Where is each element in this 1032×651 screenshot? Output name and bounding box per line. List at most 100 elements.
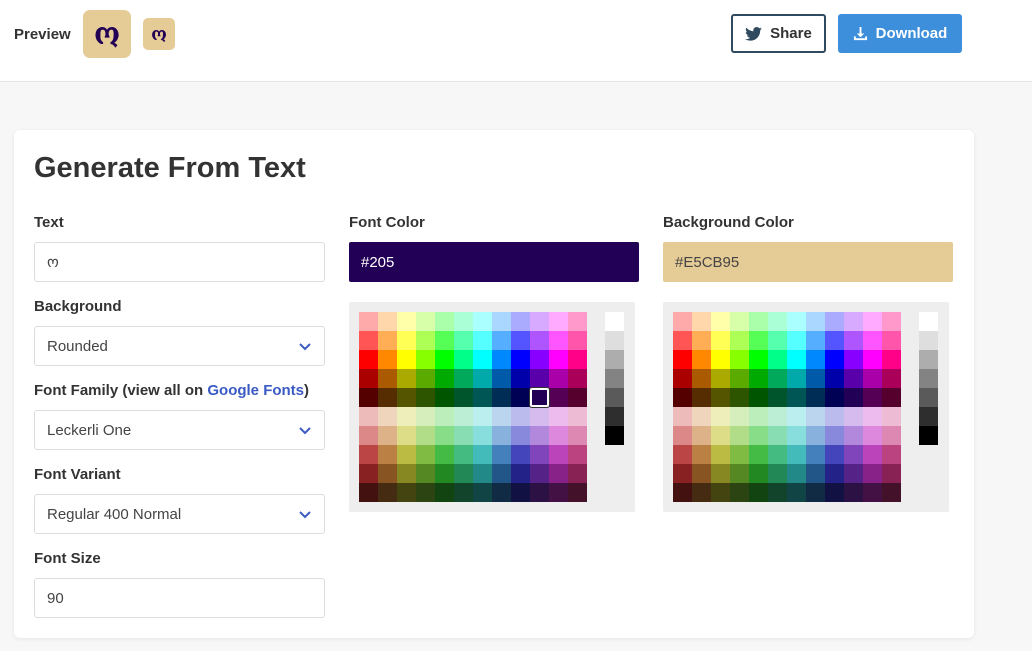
color-swatch[interactable] xyxy=(806,388,825,407)
color-swatch[interactable] xyxy=(530,350,549,369)
color-swatch[interactable] xyxy=(863,350,882,369)
color-swatch[interactable] xyxy=(882,407,901,426)
color-swatch[interactable] xyxy=(787,407,806,426)
color-swatch[interactable] xyxy=(844,350,863,369)
color-swatch[interactable] xyxy=(492,483,511,502)
color-swatch[interactable] xyxy=(749,426,768,445)
color-swatch[interactable] xyxy=(692,369,711,388)
color-swatch[interactable] xyxy=(435,388,454,407)
color-swatch[interactable] xyxy=(863,331,882,350)
color-swatch[interactable] xyxy=(511,312,530,331)
gray-swatch[interactable] xyxy=(919,312,938,331)
color-swatch[interactable] xyxy=(378,331,397,350)
color-swatch[interactable] xyxy=(473,426,492,445)
color-swatch[interactable] xyxy=(473,312,492,331)
color-swatch[interactable] xyxy=(397,445,416,464)
gray-swatch[interactable] xyxy=(919,331,938,350)
color-swatch[interactable] xyxy=(549,312,568,331)
color-swatch[interactable] xyxy=(730,464,749,483)
color-swatch[interactable] xyxy=(511,331,530,350)
color-swatch[interactable] xyxy=(863,312,882,331)
color-swatch[interactable] xyxy=(378,369,397,388)
color-swatch[interactable] xyxy=(359,407,378,426)
color-swatch[interactable] xyxy=(359,426,378,445)
color-swatch[interactable] xyxy=(787,426,806,445)
color-swatch[interactable] xyxy=(825,464,844,483)
color-swatch[interactable] xyxy=(454,312,473,331)
color-swatch[interactable] xyxy=(768,388,787,407)
color-swatch[interactable] xyxy=(511,464,530,483)
color-swatch[interactable] xyxy=(378,350,397,369)
color-swatch[interactable] xyxy=(825,369,844,388)
color-swatch[interactable] xyxy=(530,369,549,388)
color-swatch[interactable] xyxy=(730,483,749,502)
color-swatch[interactable] xyxy=(673,350,692,369)
color-swatch[interactable] xyxy=(568,483,587,502)
color-swatch[interactable] xyxy=(454,331,473,350)
color-swatch[interactable] xyxy=(435,312,454,331)
gray-swatch[interactable] xyxy=(605,331,624,350)
color-swatch[interactable] xyxy=(749,483,768,502)
color-swatch[interactable] xyxy=(730,407,749,426)
color-swatch[interactable] xyxy=(454,407,473,426)
gray-swatch[interactable] xyxy=(605,388,624,407)
color-swatch[interactable] xyxy=(416,388,435,407)
color-swatch[interactable] xyxy=(768,483,787,502)
color-swatch[interactable] xyxy=(549,426,568,445)
color-swatch[interactable] xyxy=(568,445,587,464)
color-swatch[interactable] xyxy=(749,445,768,464)
color-swatch[interactable] xyxy=(511,388,530,407)
color-swatch[interactable] xyxy=(806,350,825,369)
color-swatch[interactable] xyxy=(806,312,825,331)
gray-swatch[interactable] xyxy=(919,426,938,445)
color-swatch[interactable] xyxy=(844,369,863,388)
color-swatch[interactable] xyxy=(863,388,882,407)
color-swatch[interactable] xyxy=(882,369,901,388)
color-swatch[interactable] xyxy=(454,388,473,407)
color-swatch[interactable] xyxy=(768,331,787,350)
color-swatch[interactable] xyxy=(692,331,711,350)
color-swatch[interactable] xyxy=(511,407,530,426)
color-swatch[interactable] xyxy=(692,464,711,483)
color-swatch[interactable] xyxy=(378,483,397,502)
color-swatch[interactable] xyxy=(568,369,587,388)
color-swatch[interactable] xyxy=(825,445,844,464)
color-swatch[interactable] xyxy=(844,388,863,407)
color-swatch[interactable] xyxy=(692,483,711,502)
color-swatch[interactable] xyxy=(416,331,435,350)
color-swatch[interactable] xyxy=(882,445,901,464)
color-swatch[interactable] xyxy=(530,445,549,464)
color-swatch[interactable] xyxy=(435,426,454,445)
color-swatch[interactable] xyxy=(359,331,378,350)
color-swatch[interactable] xyxy=(435,407,454,426)
color-swatch[interactable] xyxy=(692,445,711,464)
gray-swatch[interactable] xyxy=(919,407,938,426)
color-swatch[interactable] xyxy=(711,369,730,388)
color-swatch[interactable] xyxy=(825,312,844,331)
color-swatch[interactable] xyxy=(492,350,511,369)
color-swatch[interactable] xyxy=(730,445,749,464)
gray-swatch[interactable] xyxy=(919,350,938,369)
color-swatch[interactable] xyxy=(844,445,863,464)
color-swatch[interactable] xyxy=(530,407,549,426)
color-swatch[interactable] xyxy=(492,464,511,483)
color-swatch[interactable] xyxy=(749,369,768,388)
download-button[interactable]: Download xyxy=(838,14,962,53)
color-swatch[interactable] xyxy=(416,426,435,445)
color-swatch[interactable] xyxy=(397,483,416,502)
color-swatch[interactable] xyxy=(768,464,787,483)
color-swatch[interactable] xyxy=(416,407,435,426)
color-swatch[interactable] xyxy=(673,445,692,464)
background-color-input[interactable]: #E5CB95 xyxy=(663,242,953,282)
color-swatch[interactable] xyxy=(378,407,397,426)
color-swatch[interactable] xyxy=(787,312,806,331)
color-swatch[interactable] xyxy=(568,331,587,350)
color-swatch[interactable] xyxy=(511,445,530,464)
color-swatch[interactable] xyxy=(511,483,530,502)
color-swatch[interactable] xyxy=(397,388,416,407)
color-swatch[interactable] xyxy=(492,388,511,407)
text-input[interactable]: ო xyxy=(34,242,325,282)
background-select[interactable]: Rounded xyxy=(34,326,325,366)
color-swatch[interactable] xyxy=(568,407,587,426)
color-swatch[interactable] xyxy=(416,483,435,502)
